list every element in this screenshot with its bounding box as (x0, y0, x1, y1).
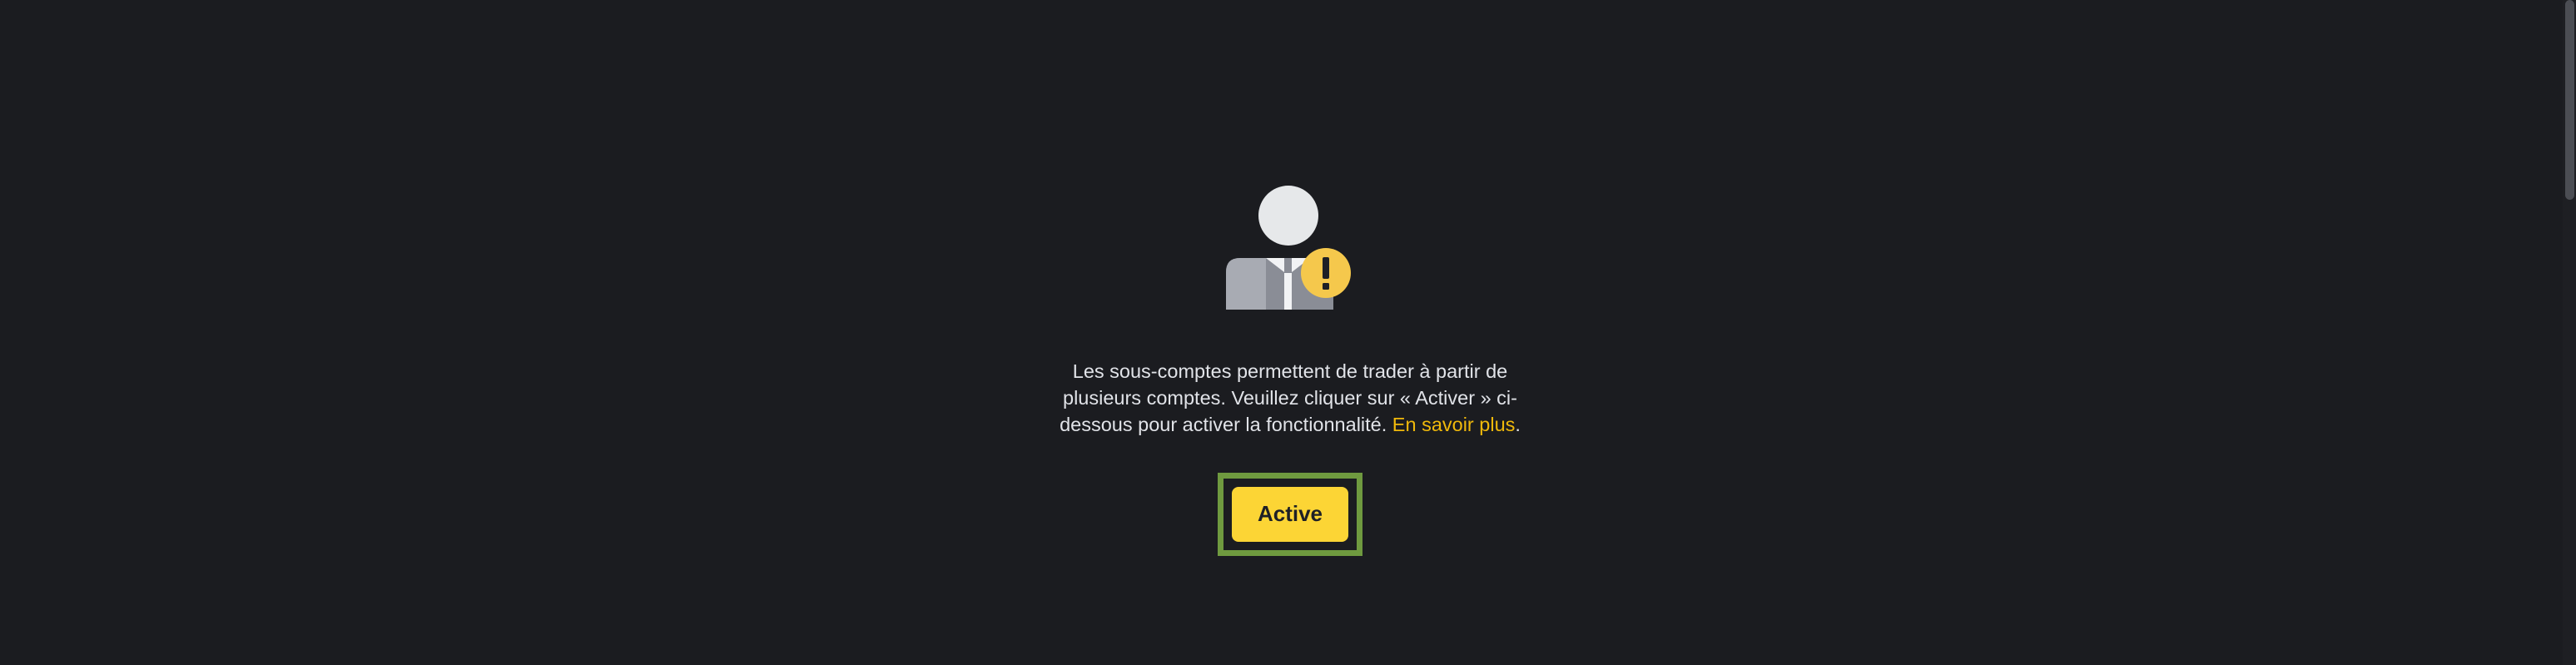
scrollbar-thumb[interactable] (2565, 0, 2574, 200)
activate-button-highlight: Active (1218, 472, 1362, 556)
user-warning-icon (1226, 186, 1351, 310)
learn-more-link[interactable]: En savoir plus (1392, 414, 1516, 435)
description-trailing-period: . (1515, 414, 1521, 435)
activate-button[interactable]: Active (1232, 486, 1348, 542)
vertical-scrollbar[interactable] (2563, 0, 2576, 665)
subaccount-description: Les sous-comptes permettent de trader à … (1050, 358, 1530, 438)
subaccount-empty-state: Les sous-comptes permettent de trader à … (1050, 185, 1530, 556)
